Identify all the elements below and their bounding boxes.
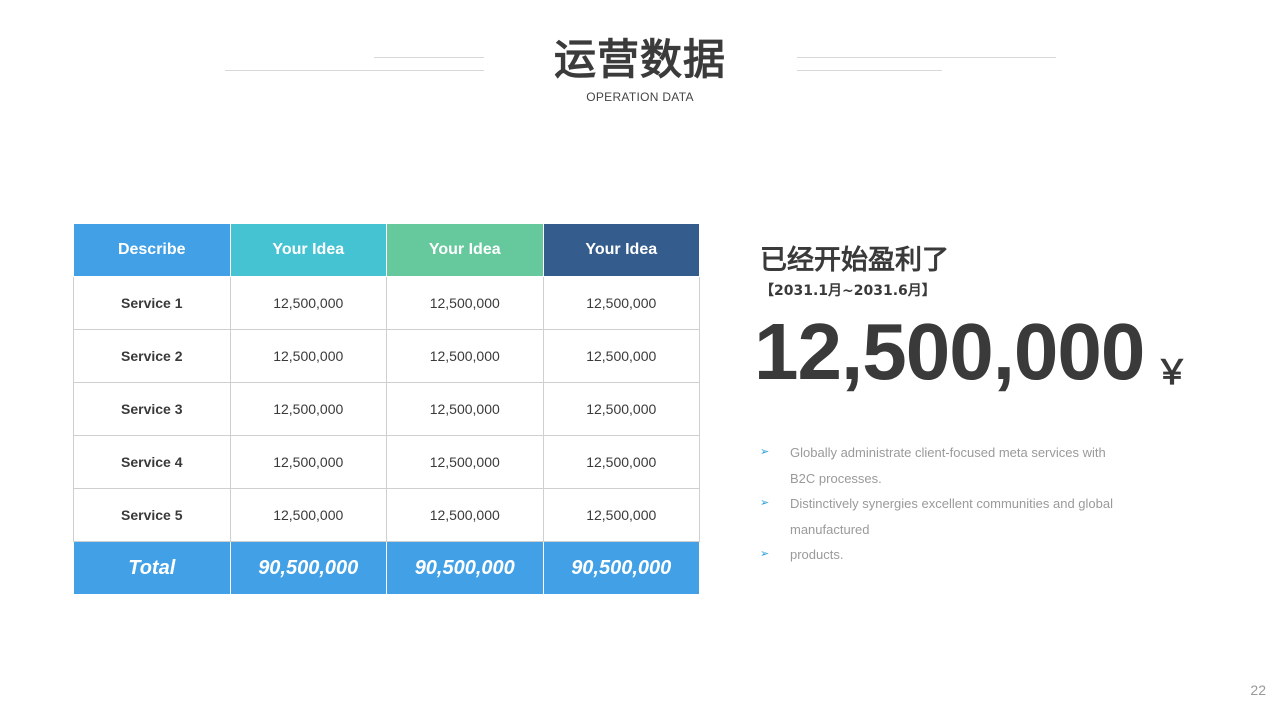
arrow-right-icon: ➢ xyxy=(760,446,770,458)
table-cell: 12,500,000 xyxy=(386,488,544,542)
table-total-row: Total 90,500,000 90,500,000 90,500,000 xyxy=(73,541,700,595)
table-cell: 12,500,000 xyxy=(229,435,387,489)
table-header-describe: Describe xyxy=(73,223,231,277)
profit-period: 【2031.1月~2031.6月】 xyxy=(760,283,936,299)
bullet-list: ➢ Globally administrate client-focused m… xyxy=(760,440,1120,568)
table-cell: 12,500,000 xyxy=(229,488,387,542)
table-cell: 12,500,000 xyxy=(386,276,544,330)
page-title: 运营数据 xyxy=(553,35,726,84)
table-cell: 12,500,000 xyxy=(542,329,700,383)
table-cell: 12,500,000 xyxy=(542,435,700,489)
list-item: ➢ Distinctively synergies excellent comm… xyxy=(760,491,1120,542)
table-cell: 12,500,000 xyxy=(542,276,700,330)
list-item: ➢ Globally administrate client-focused m… xyxy=(760,440,1120,491)
bullet-text: products. xyxy=(790,547,844,562)
row-label: Service 2 xyxy=(73,329,231,383)
profit-amount: 12,500,000 xyxy=(754,307,1145,396)
operation-data-table: Describe Your Idea Your Idea Your Idea S… xyxy=(73,223,700,595)
table-cell: 12,500,000 xyxy=(386,329,544,383)
total-cell: 90,500,000 xyxy=(542,541,700,595)
bullet-text: Globally administrate client-focused met… xyxy=(790,445,1106,486)
row-label: Service 3 xyxy=(73,382,231,436)
table-cell: 12,500,000 xyxy=(229,382,387,436)
arrow-right-icon: ➢ xyxy=(760,497,770,509)
profit-headline: 已经开始盈利了 xyxy=(760,245,949,276)
table-row: Service 4 12,500,000 12,500,000 12,500,0… xyxy=(73,435,700,489)
total-label: Total xyxy=(73,541,231,595)
table-row: Service 2 12,500,000 12,500,000 12,500,0… xyxy=(73,329,700,383)
list-item: ➢ products. xyxy=(760,542,1120,568)
table-cell: 12,500,000 xyxy=(542,382,700,436)
table-cell: 12,500,000 xyxy=(229,276,387,330)
bullet-text: Distinctively synergies excellent commun… xyxy=(790,496,1113,537)
row-label: Service 1 xyxy=(73,276,231,330)
table-cell: 12,500,000 xyxy=(386,382,544,436)
table-row: Service 3 12,500,000 12,500,000 12,500,0… xyxy=(73,382,700,436)
total-cell: 90,500,000 xyxy=(229,541,387,595)
currency-symbol: ￥ xyxy=(1155,353,1189,393)
table-header-row: Describe Your Idea Your Idea Your Idea xyxy=(73,223,700,277)
table-header-col-2: Your Idea xyxy=(386,223,544,277)
table-cell: 12,500,000 xyxy=(386,435,544,489)
table-header-col-1: Your Idea xyxy=(229,223,387,277)
row-label: Service 5 xyxy=(73,488,231,542)
row-label: Service 4 xyxy=(73,435,231,489)
table-row: Service 5 12,500,000 12,500,000 12,500,0… xyxy=(73,488,700,542)
total-cell: 90,500,000 xyxy=(386,541,544,595)
arrow-right-icon: ➢ xyxy=(760,548,770,560)
header: 运营数据 OPERATION DATA xyxy=(0,32,1280,104)
page-subtitle: OPERATION DATA xyxy=(586,90,694,104)
table-cell: 12,500,000 xyxy=(229,329,387,383)
table-cell: 12,500,000 xyxy=(542,488,700,542)
table-row: Service 1 12,500,000 12,500,000 12,500,0… xyxy=(73,276,700,330)
table-header-col-3: Your Idea xyxy=(542,223,700,277)
page-number: 22 xyxy=(1250,682,1266,698)
